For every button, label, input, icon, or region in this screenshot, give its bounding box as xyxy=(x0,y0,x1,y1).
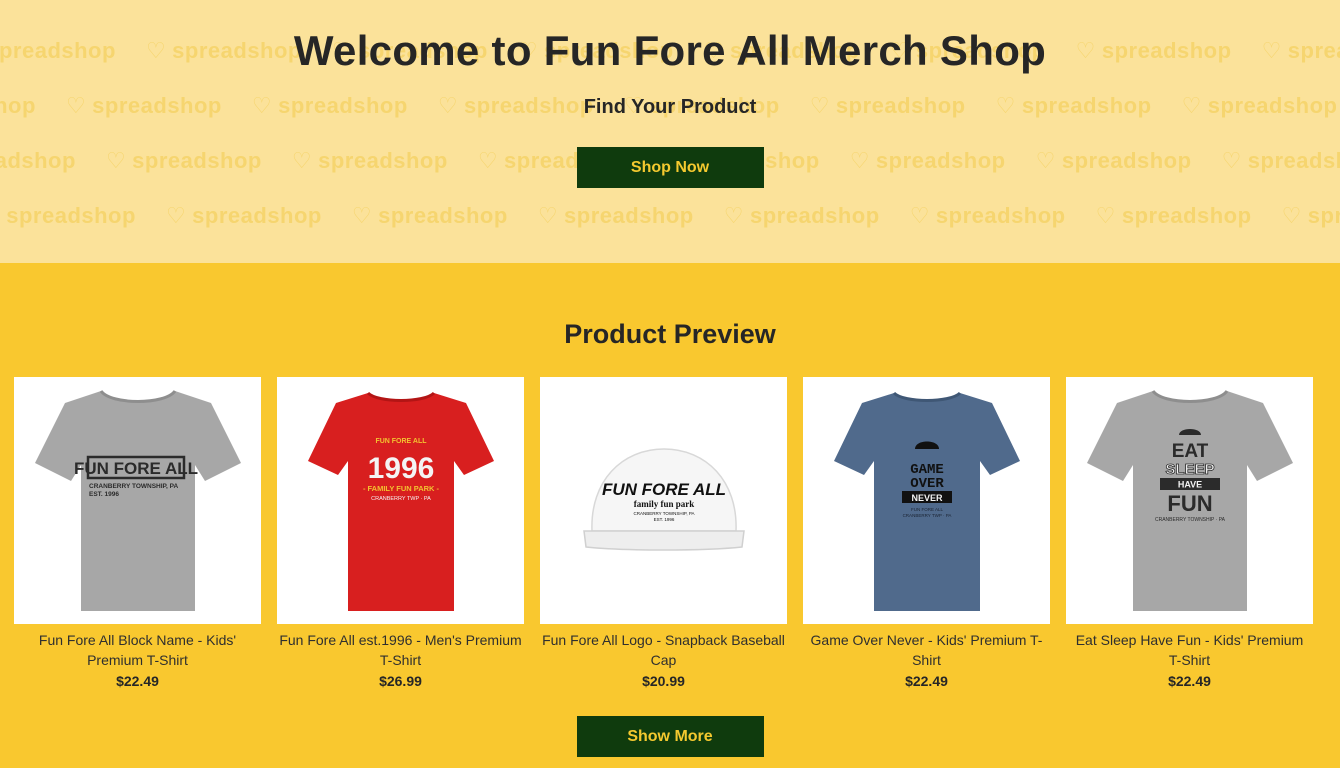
svg-text:CRANBERRY TWP · PA: CRANBERRY TWP · PA xyxy=(371,496,431,502)
hero-subtitle: Find Your Product xyxy=(583,96,757,118)
show-more-container: Show More xyxy=(0,716,1340,757)
svg-text:FUN FORE ALL: FUN FORE ALL xyxy=(375,438,427,445)
product-image[interactable]: GAME OVER NEVER FUN FORE ALL CRANBERRY T… xyxy=(803,377,1050,624)
product-grid: FUN FORE ALL CRANBERRY TOWNSHIP, PA EST.… xyxy=(14,377,1313,692)
product-name[interactable]: Fun Fore All est.1996 - Men's Premium T-… xyxy=(277,630,524,670)
product-name[interactable]: Fun Fore All Block Name - Kids' Premium … xyxy=(14,630,261,670)
product-name[interactable]: Fun Fore All Logo - Snapback Baseball Ca… xyxy=(540,630,787,670)
page-title: Welcome to Fun Fore All Merch Shop xyxy=(293,27,1047,74)
product-card[interactable]: FUN FORE ALL CRANBERRY TOWNSHIP, PA EST.… xyxy=(14,377,261,692)
shop-now-button[interactable]: Shop Now xyxy=(576,147,764,188)
svg-text:1996: 1996 xyxy=(367,452,434,485)
svg-text:FUN FORE ALL: FUN FORE ALL xyxy=(601,480,725,499)
svg-text:HAVE: HAVE xyxy=(1177,480,1201,490)
svg-text:FUN: FUN xyxy=(1167,491,1212,516)
svg-text:SLEEP: SLEEP xyxy=(1165,461,1214,478)
product-price: $20.99 xyxy=(642,673,685,689)
product-preview-heading: Product Preview xyxy=(564,319,776,349)
product-card[interactable]: EAT SLEEP HAVE FUN CRANBERRY TOWNSHIP · … xyxy=(1066,377,1313,692)
svg-text:EAT: EAT xyxy=(1171,441,1208,462)
svg-text:EST. 1996: EST. 1996 xyxy=(653,517,674,522)
svg-text:OVER: OVER xyxy=(910,476,944,492)
svg-text:CRANBERRY TOWNSHIP, PA: CRANBERRY TOWNSHIP, PA xyxy=(633,511,694,516)
show-more-button[interactable]: Show More xyxy=(576,716,764,757)
product-price: $26.99 xyxy=(379,673,422,689)
product-name[interactable]: Eat Sleep Have Fun - Kids' Premium T-Shi… xyxy=(1066,630,1313,670)
hero-banner: spreadshopspreadshopspreadshopspreadshop… xyxy=(0,0,1340,263)
product-image[interactable]: FUN FORE ALL 1996 - FAMILY FUN PARK - CR… xyxy=(277,377,524,624)
product-name[interactable]: Game Over Never - Kids' Premium T-Shirt xyxy=(803,630,1050,670)
product-image[interactable]: FUN FORE ALL family fun park CRANBERRY T… xyxy=(540,377,787,624)
product-card[interactable]: FUN FORE ALL 1996 - FAMILY FUN PARK - CR… xyxy=(277,377,524,692)
product-price: $22.49 xyxy=(905,673,948,689)
svg-text:EST. 1996: EST. 1996 xyxy=(89,491,119,498)
svg-text:family fun park: family fun park xyxy=(633,499,694,509)
product-card[interactable]: GAME OVER NEVER FUN FORE ALL CRANBERRY T… xyxy=(803,377,1050,692)
product-card[interactable]: FUN FORE ALL family fun park CRANBERRY T… xyxy=(540,377,787,692)
svg-text:CRANBERRY TWP · PA: CRANBERRY TWP · PA xyxy=(902,513,951,518)
product-image[interactable]: FUN FORE ALL CRANBERRY TOWNSHIP, PA EST.… xyxy=(14,377,261,624)
svg-text:CRANBERRY TOWNSHIP · PA: CRANBERRY TOWNSHIP · PA xyxy=(1154,517,1225,523)
svg-text:- FAMILY FUN PARK -: - FAMILY FUN PARK - xyxy=(362,484,439,493)
product-image[interactable]: EAT SLEEP HAVE FUN CRANBERRY TOWNSHIP · … xyxy=(1066,377,1313,624)
svg-text:CRANBERRY TOWNSHIP, PA: CRANBERRY TOWNSHIP, PA xyxy=(89,483,179,490)
product-price: $22.49 xyxy=(1168,673,1211,689)
product-price: $22.49 xyxy=(116,673,159,689)
svg-text:FUN FORE ALL: FUN FORE ALL xyxy=(73,459,197,478)
svg-text:FUN FORE ALL: FUN FORE ALL xyxy=(910,507,943,512)
svg-text:NEVER: NEVER xyxy=(911,493,943,503)
